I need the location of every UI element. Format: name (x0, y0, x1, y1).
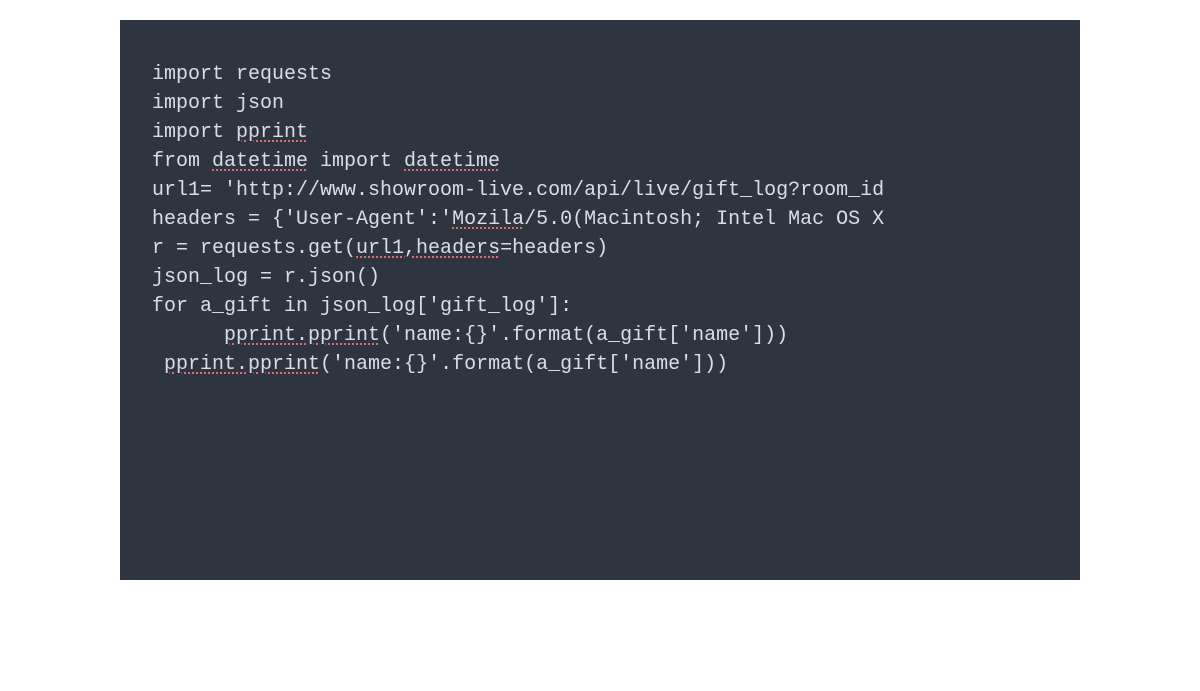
code-line: from datetime import datetime (152, 147, 1048, 176)
error-underline: pprint.pprint (164, 353, 320, 376)
code-text: /5.0(Macintosh; Intel Mac OS X (524, 208, 884, 231)
code-text: import (152, 121, 236, 144)
code-line: r = requests.get(url1,headers=headers) (152, 234, 1048, 263)
error-underline: Mozila (452, 208, 524, 231)
code-text: ('name:{}'.format(a_gift['name'])) (380, 324, 788, 347)
code-text: from (152, 150, 212, 173)
code-text (152, 324, 224, 347)
code-line: import requests (152, 60, 1048, 89)
code-text: json_log = r.json() (152, 266, 380, 289)
code-text: ('name:{}'.format(a_gift['name'])) (320, 353, 728, 376)
code-text: import json (152, 92, 284, 115)
error-underline: url1,headers (356, 237, 500, 260)
code-editor[interactable]: import requestsimport jsonimport pprintf… (120, 20, 1080, 580)
code-line: url1= 'http://www.showroom-live.com/api/… (152, 176, 1048, 205)
code-text: headers = {'User-Agent':' (152, 208, 452, 231)
error-underline: pprint (236, 121, 308, 144)
error-underline: datetime (212, 150, 308, 173)
error-underline: datetime (404, 150, 500, 173)
code-line: for a_gift in json_log['gift_log']: (152, 292, 1048, 321)
code-text: url1= 'http://www.showroom-live.com/api/… (152, 179, 884, 202)
code-text: import (308, 150, 404, 173)
code-line: headers = {'User-Agent':'Mozila/5.0(Maci… (152, 205, 1048, 234)
error-underline: pprint.pprint (224, 324, 380, 347)
code-line: pprint.pprint('name:{}'.format(a_gift['n… (152, 321, 1048, 350)
code-text (152, 353, 164, 376)
code-text: =headers) (500, 237, 608, 260)
code-line: import pprint (152, 118, 1048, 147)
code-text: r = requests.get( (152, 237, 356, 260)
code-text: for a_gift in json_log['gift_log']: (152, 295, 572, 318)
code-line: pprint.pprint('name:{}'.format(a_gift['n… (152, 350, 1048, 379)
code-line: json_log = r.json() (152, 263, 1048, 292)
code-text: import requests (152, 63, 332, 86)
code-line: import json (152, 89, 1048, 118)
